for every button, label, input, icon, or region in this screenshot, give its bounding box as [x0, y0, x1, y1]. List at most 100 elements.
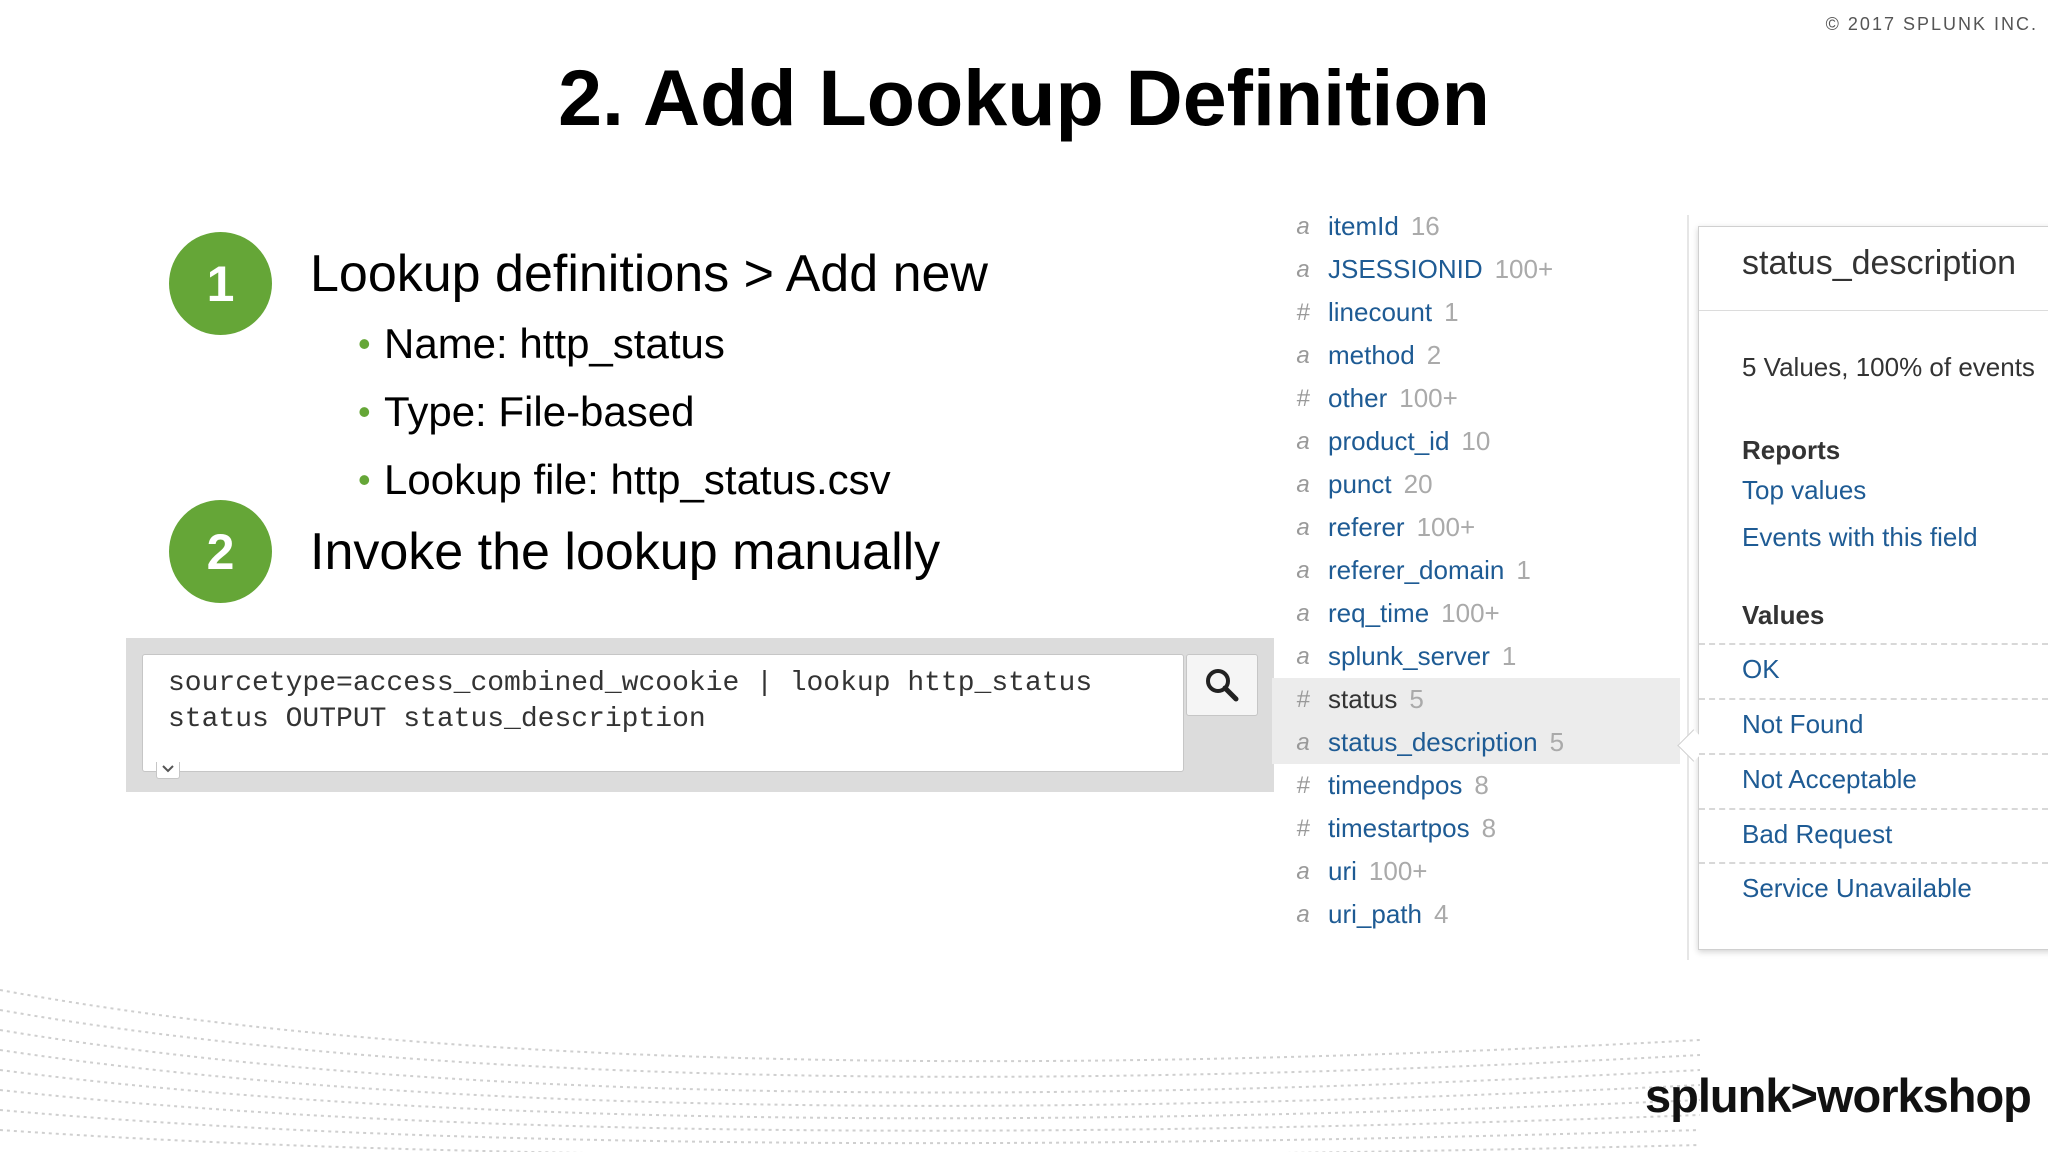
field-item-splunk-server[interactable]: a splunk_server 1 — [1272, 635, 1680, 678]
field-count: 1 — [1501, 641, 1517, 671]
field-name: uri_path — [1328, 899, 1422, 929]
events-with-field-link[interactable]: Events with this field — [1742, 522, 1978, 553]
value-divider — [1699, 862, 2048, 864]
field-item-jsessionid[interactable]: a JSESSIONID 100+ — [1272, 248, 1680, 291]
step-1-bullets: • Name: http_status • Type: File-based • Lo… — [358, 318, 891, 522]
field-list: a itemId 16 a JSESSIONID 100+ # linecount 1 am… — [1272, 205, 1680, 960]
chevron-down-icon — [162, 765, 174, 773]
popup-summary: 5 Values, 100% of events — [1742, 352, 2035, 382]
bullet-item: • Lookup file: http_status.csv — [358, 454, 891, 522]
search-query-line-2: status OUTPUT status_description — [168, 704, 706, 735]
bullet-dot-icon: • — [358, 459, 371, 500]
copyright: © 2017 SPLUNK INC. — [1825, 14, 2038, 34]
field-type-icon: # — [1296, 384, 1310, 412]
field-name: method — [1328, 340, 1415, 370]
field-name: status — [1328, 684, 1398, 714]
field-item-req-time[interactable]: a req_time 100+ — [1272, 592, 1680, 635]
field-type-icon: a — [1296, 255, 1310, 283]
logo-separator: > — [1790, 1069, 1817, 1122]
field-item-linecount[interactable]: # linecount 1 — [1272, 291, 1680, 334]
field-item-uri[interactable]: a uri 100+ — [1272, 850, 1680, 893]
bullet-item: • Type: File-based — [358, 386, 891, 454]
field-item-method[interactable]: a method 2 — [1272, 334, 1680, 377]
value-not-found-link[interactable]: Not Found — [1742, 709, 1863, 740]
value-divider — [1699, 643, 2048, 645]
field-type-icon: a — [1296, 470, 1310, 498]
field-type-icon: a — [1296, 556, 1310, 584]
field-count: 100+ — [1441, 598, 1500, 628]
field-item-timestartpos[interactable]: # timestartpos 8 — [1272, 807, 1680, 850]
field-count: 100+ — [1416, 512, 1476, 542]
top-values-link[interactable]: Top values — [1742, 475, 1866, 506]
field-item-status[interactable]: # status 5 — [1272, 678, 1680, 721]
value-ok-link[interactable]: OK — [1742, 654, 1780, 685]
field-item-uri-path[interactable]: a uri_path 4 — [1272, 893, 1680, 936]
field-type-icon: a — [1296, 212, 1310, 240]
logo-product: workshop — [1816, 1069, 2032, 1122]
value-service-unavailable-link[interactable]: Service Unavailable — [1742, 873, 1972, 904]
field-name: other — [1328, 383, 1388, 413]
step-1-heading: Lookup definitions > Add new — [310, 245, 988, 303]
field-count: 100+ — [1368, 856, 1428, 886]
field-type-icon: a — [1296, 341, 1310, 369]
field-type-icon: a — [1296, 599, 1310, 627]
field-item-timeendpos[interactable]: # timeendpos 8 — [1272, 764, 1680, 807]
field-count: 100+ — [1494, 254, 1554, 284]
field-count: 2 — [1426, 340, 1442, 370]
value-divider — [1699, 753, 2048, 755]
field-type-icon: # — [1296, 298, 1310, 326]
field-type-icon: a — [1296, 513, 1310, 541]
field-name: timeendpos — [1328, 770, 1463, 800]
field-type-icon: # — [1296, 771, 1310, 799]
field-item-referer[interactable]: a referer 100+ — [1272, 506, 1680, 549]
field-type-icon: a — [1296, 427, 1310, 455]
search-button[interactable] — [1186, 654, 1258, 716]
reports-heading: Reports — [1742, 435, 1841, 465]
field-name: JSESSIONID — [1328, 254, 1483, 284]
value-not-acceptable-link[interactable]: Not Acceptable — [1742, 764, 1917, 795]
field-count: 16 — [1410, 211, 1440, 241]
step-1-badge: 1 — [169, 232, 272, 335]
field-name: itemId — [1328, 211, 1399, 241]
field-type-icon: # — [1296, 814, 1310, 842]
log-texture-decoration — [0, 989, 1700, 1152]
value-divider — [1699, 808, 2048, 810]
field-name: uri — [1328, 856, 1357, 886]
field-count: 20 — [1403, 469, 1433, 499]
bullet-dot-icon: • — [358, 323, 371, 364]
field-name: status_description — [1328, 727, 1538, 757]
popup-divider — [1699, 310, 2048, 311]
field-count: 8 — [1481, 813, 1497, 843]
field-name: referer_domain — [1328, 555, 1505, 585]
field-count: 1 — [1444, 297, 1459, 327]
field-name: req_time — [1328, 598, 1430, 628]
field-count: 10 — [1461, 426, 1491, 456]
field-type-icon: # — [1296, 685, 1310, 713]
search-query-line-1: sourcetype=access_combined_wcookie | loo… — [168, 668, 1093, 699]
search-query[interactable]: sourcetype=access_combined_wcookie | loo… — [168, 666, 1168, 738]
panel-divider — [1687, 215, 1689, 960]
field-type-icon: a — [1296, 728, 1310, 756]
field-item-status-description[interactable]: a status_description 5 — [1272, 721, 1680, 764]
field-name: timestartpos — [1328, 813, 1470, 843]
field-count: 5 — [1549, 727, 1565, 757]
field-count: 4 — [1433, 899, 1449, 929]
field-name: splunk_server — [1328, 641, 1490, 671]
field-item-product-id[interactable]: a product_id 10 — [1272, 420, 1680, 463]
value-bad-request-link[interactable]: Bad Request — [1742, 819, 1892, 850]
field-item-referer-domain[interactable]: a referer_domain 1 — [1272, 549, 1680, 592]
step-2-heading: Invoke the lookup manually — [310, 523, 941, 581]
field-item-itemid[interactable]: a itemId 16 — [1272, 205, 1680, 248]
value-divider — [1699, 698, 2048, 700]
field-item-punct[interactable]: a punct 20 — [1272, 463, 1680, 506]
bullet-dot-icon: • — [358, 391, 371, 432]
logo-brand: splunk — [1645, 1069, 1791, 1122]
field-item-other[interactable]: # other 100+ — [1272, 377, 1680, 420]
field-type-icon: a — [1296, 900, 1310, 928]
field-name: linecount — [1328, 297, 1433, 327]
values-heading: Values — [1742, 600, 1825, 630]
splunk-workshop-logo: splunk>workshop — [1645, 1068, 2032, 1123]
field-count: 100+ — [1399, 383, 1458, 413]
expand-search-button[interactable] — [156, 762, 180, 779]
field-count: 8 — [1474, 770, 1489, 800]
